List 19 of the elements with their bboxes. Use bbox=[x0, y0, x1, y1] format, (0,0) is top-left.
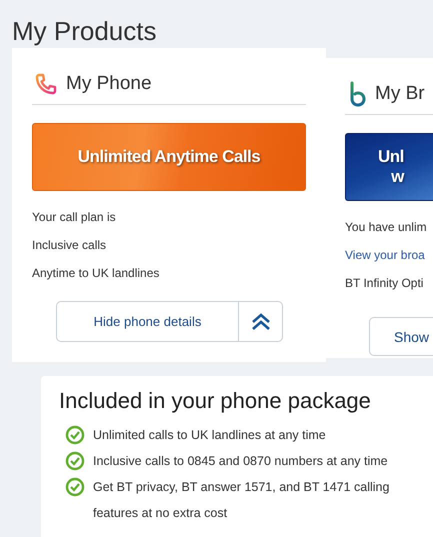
card-title: My Phone bbox=[66, 73, 152, 95]
card-title: My Br bbox=[375, 83, 425, 105]
detail-text: Anytime to UK landlines bbox=[32, 265, 160, 282]
broadband-link[interactable]: View your broa bbox=[345, 241, 433, 269]
feature-text: Get BT privacy, BT answer 1571, and BT 1471 calling features at no extra cost bbox=[93, 479, 390, 522]
feature-text: Unlimited calls to UK landlines at any time bbox=[93, 427, 326, 444]
double-chevron-up-icon bbox=[250, 312, 270, 330]
plan-banner: Unlimited Anytime Calls bbox=[32, 123, 306, 191]
detail-text: BT Infinity Opti bbox=[345, 275, 424, 292]
detail-text: Inclusive calls bbox=[32, 237, 108, 254]
show-details-button[interactable]: Show bbox=[369, 317, 433, 356]
detail-text: Your call plan is bbox=[32, 209, 117, 226]
detail-text: You have unlim bbox=[345, 219, 428, 236]
feature-text: Inclusive calls to 0845 and 0870 numbers at any time bbox=[93, 453, 388, 470]
toggle-details-button[interactable]: Hide phone details bbox=[56, 301, 283, 342]
page-title: My Products bbox=[11, 15, 158, 48]
plan-banner: Unl w bbox=[345, 133, 433, 201]
package-title: Included in your phone package bbox=[59, 387, 372, 415]
phone-icon bbox=[34, 72, 58, 96]
